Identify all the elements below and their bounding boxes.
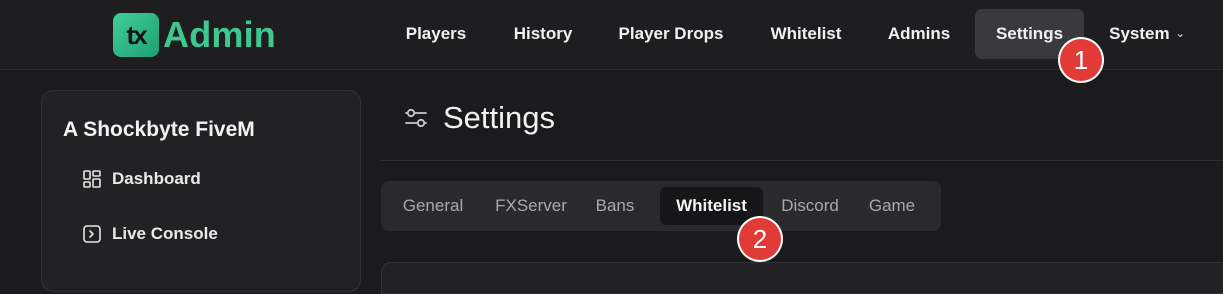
settings-content-card: [381, 262, 1223, 294]
tab-discord[interactable]: Discord: [773, 187, 847, 225]
page-title: Settings: [443, 100, 556, 135]
nav-player-drops[interactable]: Player Drops: [605, 9, 737, 59]
tab-game[interactable]: Game: [859, 187, 925, 225]
nav-system[interactable]: System ⌄: [1097, 9, 1197, 59]
page-header: Settings: [403, 100, 555, 136]
nav-history[interactable]: History: [500, 9, 586, 59]
nav-admins[interactable]: Admins: [874, 9, 964, 59]
console-icon: [83, 225, 101, 243]
dashboard-icon: [83, 170, 101, 188]
logo-badge: tx: [113, 13, 159, 57]
tab-fxserver[interactable]: FXServer: [485, 187, 577, 225]
tab-general[interactable]: General: [391, 187, 475, 225]
nav-players[interactable]: Players: [392, 9, 480, 59]
settings-tabs: General FXServer Bans Whitelist Discord …: [381, 181, 941, 231]
sidebar-item-dashboard[interactable]: Dashboard: [82, 169, 201, 189]
top-navbar: tx Admin Players History Player Drops Wh…: [0, 0, 1223, 70]
server-name: A Shockbyte FiveM: [63, 118, 255, 141]
callout-badge-1: 1: [1060, 39, 1102, 81]
nav-system-label: System: [1109, 24, 1170, 43]
logo-text: Admin: [163, 14, 276, 55]
sidebar-item-label: Live Console: [112, 224, 218, 243]
txadmin-logo[interactable]: tx Admin: [113, 12, 276, 58]
header-divider: [381, 160, 1223, 161]
nav-whitelist[interactable]: Whitelist: [758, 9, 854, 59]
sliders-icon: [405, 108, 427, 128]
sidebar: A Shockbyte FiveM Dashboard Live Console: [41, 90, 361, 292]
tab-whitelist[interactable]: Whitelist: [660, 187, 763, 225]
callout-badge-2: 2: [739, 218, 781, 260]
sidebar-item-label: Dashboard: [112, 169, 201, 188]
chevron-down-icon: ⌄: [1175, 28, 1185, 40]
sidebar-item-live-console[interactable]: Live Console: [82, 224, 218, 244]
tab-bans[interactable]: Bans: [587, 187, 643, 225]
